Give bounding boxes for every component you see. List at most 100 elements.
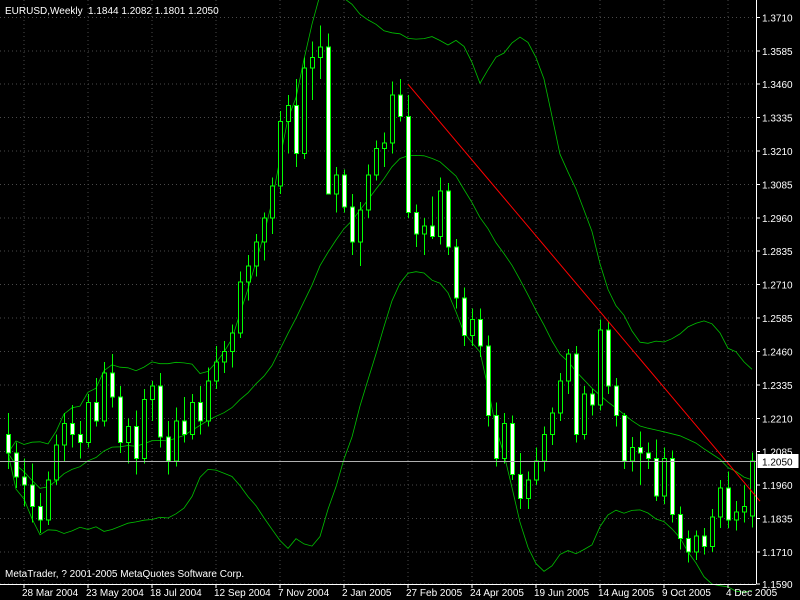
price-chart[interactable]: 1.2050 28 Mar 2004 23 May 2004 18 Jul 2004… bbox=[0, 0, 800, 600]
candle-body-bearish[interactable] bbox=[406, 115, 411, 213]
candle-body-bearish[interactable] bbox=[166, 436, 171, 462]
candle-body-bearish[interactable] bbox=[350, 206, 355, 243]
candle-body-bearish[interactable] bbox=[182, 420, 187, 435]
candle-body-bullish[interactable] bbox=[270, 185, 275, 219]
candle-body-bullish[interactable] bbox=[86, 401, 91, 443]
candle-body-bullish[interactable] bbox=[502, 423, 507, 459]
candle-body-bullish[interactable] bbox=[558, 380, 563, 414]
candle-body-bearish[interactable] bbox=[574, 353, 579, 435]
candle-body-bullish[interactable] bbox=[630, 447, 635, 462]
candle-body-bullish[interactable] bbox=[206, 380, 211, 422]
candle-body-bearish[interactable] bbox=[686, 538, 691, 553]
candle-body-bullish[interactable] bbox=[254, 241, 259, 267]
candle-body-bearish[interactable] bbox=[510, 423, 515, 475]
candle-body-bearish[interactable] bbox=[326, 46, 331, 195]
candle-body-bearish[interactable] bbox=[702, 535, 707, 548]
candle-body-bullish[interactable] bbox=[374, 147, 379, 176]
candle-body-bearish[interactable] bbox=[446, 190, 451, 248]
candle-body-bearish[interactable] bbox=[110, 372, 115, 398]
candle-body-bearish[interactable] bbox=[6, 433, 11, 454]
candle-body-bullish[interactable] bbox=[102, 372, 107, 422]
candle-body-bullish[interactable] bbox=[238, 281, 243, 334]
candle-body-bullish[interactable] bbox=[174, 420, 179, 462]
candle-body-bullish[interactable] bbox=[150, 385, 155, 401]
candle-body-bullish[interactable] bbox=[438, 190, 443, 238]
chart-header-symbol: EURUSD,Weekly bbox=[5, 6, 83, 17]
candle-body-bearish[interactable] bbox=[726, 487, 731, 521]
candle-body-bullish[interactable] bbox=[126, 425, 131, 443]
candle-body-bearish[interactable] bbox=[654, 457, 659, 497]
candles-layer[interactable] bbox=[6, 25, 755, 563]
candle-body-bullish[interactable] bbox=[214, 361, 219, 382]
candle-body-bullish[interactable] bbox=[230, 332, 235, 352]
chart-window[interactable]: 1.2050 28 Mar 2004 23 May 2004 18 Jul 2004… bbox=[0, 0, 800, 600]
candle-body-bearish[interactable] bbox=[294, 105, 299, 155]
candle-body-bullish[interactable] bbox=[358, 209, 363, 243]
candle-body-bullish[interactable] bbox=[534, 460, 539, 481]
candle-body-bullish[interactable] bbox=[662, 457, 667, 497]
candle-body-bullish[interactable] bbox=[566, 353, 571, 382]
candle-body-bearish[interactable] bbox=[398, 94, 403, 117]
candle-body-bullish[interactable] bbox=[62, 423, 67, 446]
candle-body-bullish[interactable] bbox=[334, 174, 339, 195]
candle-body-bearish[interactable] bbox=[678, 514, 683, 540]
candle-body-bearish[interactable] bbox=[70, 423, 75, 435]
candle-body-bearish[interactable] bbox=[606, 329, 611, 387]
candle-body-bullish[interactable] bbox=[302, 67, 307, 155]
candle-body-bullish[interactable] bbox=[750, 460, 755, 517]
candle-body-bearish[interactable] bbox=[414, 211, 419, 235]
candle-body-bullish[interactable] bbox=[54, 444, 59, 481]
candle-body-bullish[interactable] bbox=[718, 487, 723, 518]
candle-body-bearish[interactable] bbox=[462, 297, 467, 336]
candle-body-bullish[interactable] bbox=[694, 535, 699, 553]
y-tick-label: 1.3210 bbox=[762, 147, 793, 158]
candle-body-bullish[interactable] bbox=[382, 142, 387, 149]
candle-body-bullish[interactable] bbox=[310, 56, 315, 69]
candle-body-bullish[interactable] bbox=[46, 479, 51, 521]
candle-body-bullish[interactable] bbox=[550, 412, 555, 435]
candle-body-bearish[interactable] bbox=[430, 225, 435, 238]
candle-body-bullish[interactable] bbox=[366, 174, 371, 211]
candle-body-bearish[interactable] bbox=[342, 174, 347, 208]
candle-body-bearish[interactable] bbox=[198, 401, 203, 422]
candle-body-bullish[interactable] bbox=[598, 329, 603, 406]
candle-body-bearish[interactable] bbox=[454, 246, 459, 299]
candle-body-bullish[interactable] bbox=[390, 94, 395, 144]
x-tick-label: 2 Jan 2005 bbox=[342, 588, 392, 599]
candle-body-bearish[interactable] bbox=[590, 393, 595, 406]
candle-body-bearish[interactable] bbox=[30, 484, 35, 507]
candle-body-bullish[interactable] bbox=[710, 516, 715, 548]
candle-body-bullish[interactable] bbox=[222, 350, 227, 363]
candle-body-bullish[interactable] bbox=[470, 318, 475, 336]
candle-body-bullish[interactable] bbox=[246, 265, 251, 283]
candle-body-bullish[interactable] bbox=[542, 433, 547, 462]
candle-body-bearish[interactable] bbox=[134, 425, 139, 459]
candle-body-bearish[interactable] bbox=[14, 452, 19, 478]
candle-body-bullish[interactable] bbox=[422, 225, 427, 235]
candle-body-bullish[interactable] bbox=[142, 399, 147, 459]
candle-body-bearish[interactable] bbox=[670, 457, 675, 516]
candle-body-bearish[interactable] bbox=[78, 433, 83, 443]
candle-body-bearish[interactable] bbox=[478, 318, 483, 347]
candle-body-bullish[interactable] bbox=[278, 121, 283, 187]
candle-body-bullish[interactable] bbox=[526, 479, 531, 499]
candle-body-bearish[interactable] bbox=[518, 473, 523, 499]
candle-body-bearish[interactable] bbox=[638, 447, 643, 454]
candle-body-bearish[interactable] bbox=[158, 385, 163, 438]
candle-body-bullish[interactable] bbox=[286, 105, 291, 123]
candle-body-bullish[interactable] bbox=[262, 217, 267, 243]
candle-body-bullish[interactable] bbox=[734, 511, 739, 521]
candle-body-bearish[interactable] bbox=[614, 385, 619, 417]
candle-body-bullish[interactable] bbox=[318, 46, 323, 58]
candle-body-bearish[interactable] bbox=[118, 396, 123, 443]
candle-body-bullish[interactable] bbox=[582, 393, 587, 435]
candle-body-bearish[interactable] bbox=[94, 401, 99, 422]
candle-body-bearish[interactable] bbox=[22, 476, 27, 486]
candle-body-bearish[interactable] bbox=[646, 452, 651, 459]
candle-body-bearish[interactable] bbox=[622, 415, 627, 462]
candle-body-bearish[interactable] bbox=[486, 345, 491, 417]
candle-body-bearish[interactable] bbox=[38, 505, 43, 521]
candle-body-bearish[interactable] bbox=[494, 415, 499, 459]
candle-body-bullish[interactable] bbox=[742, 505, 747, 513]
candle-body-bullish[interactable] bbox=[190, 401, 195, 435]
